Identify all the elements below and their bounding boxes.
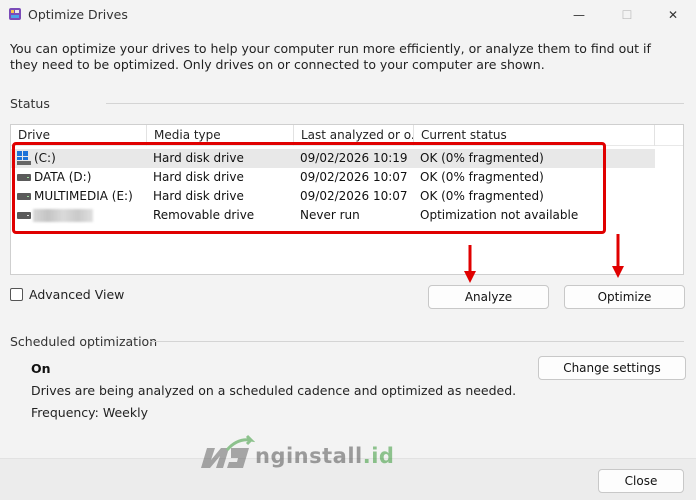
close-window-button[interactable]: ✕ [650, 0, 696, 30]
title-bar: Optimize Drives — ☐ ✕ [0, 0, 696, 30]
scheduled-description: Drives are being analyzed on a scheduled… [31, 383, 517, 398]
status-section-label: Status [10, 96, 50, 111]
maximize-icon: ☐ [621, 8, 633, 22]
intro-text: You can optimize your drives to help you… [10, 41, 651, 72]
ng-logo-icon [201, 434, 255, 468]
watermark-text: nginstall.id [255, 444, 395, 468]
scheduled-state: On [31, 361, 51, 376]
close-icon: ✕ [667, 8, 679, 22]
minimize-button[interactable]: — [556, 0, 602, 30]
window-title: Optimize Drives [28, 7, 128, 22]
nginstall-watermark-logo: nginstall.id [197, 432, 397, 476]
advanced-view-checkbox[interactable] [10, 288, 23, 301]
analyze-button[interactable]: Analyze [428, 285, 549, 309]
optimize-button[interactable]: Optimize [564, 285, 685, 309]
change-settings-button[interactable]: Change settings [538, 356, 686, 380]
advanced-view-label[interactable]: Advanced View [29, 287, 124, 302]
maximize-button[interactable]: ☐ [604, 0, 650, 30]
scheduled-divider [150, 341, 684, 342]
close-button[interactable]: Close [598, 469, 684, 493]
scheduled-frequency: Frequency: Weekly [31, 405, 148, 420]
scheduled-optimization-label: Scheduled optimization [10, 334, 158, 349]
annotation-arrow-icon [612, 234, 624, 278]
status-divider [106, 103, 684, 104]
annotation-highlight-box [12, 142, 606, 234]
minimize-icon: — [573, 8, 585, 22]
optimize-drives-app-icon [9, 8, 21, 20]
annotation-arrow-icon [464, 245, 476, 283]
